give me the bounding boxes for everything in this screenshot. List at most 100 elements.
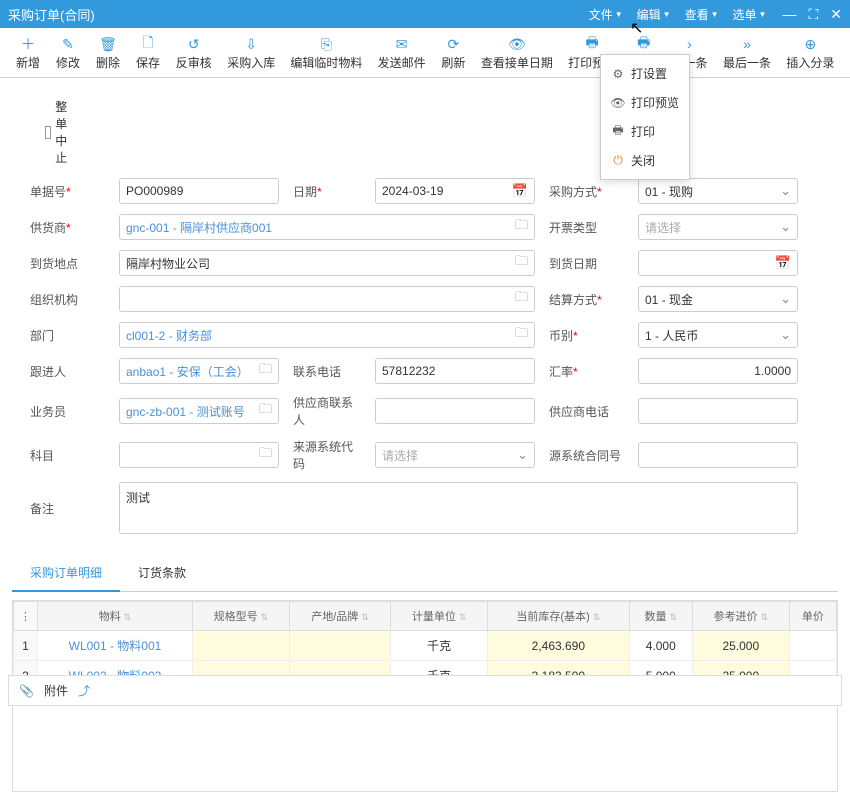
checkbox-icon[interactable] (45, 126, 51, 139)
upload-icon[interactable]: ⤴ (78, 682, 90, 699)
maximize-icon[interactable]: ⛶ (808, 6, 818, 23)
power-icon: ⏻ (611, 154, 625, 168)
select-source-sys[interactable]: 请选择⌄ (375, 442, 535, 468)
col-unit[interactable]: 计量单位⇅ (391, 602, 488, 631)
input-source-contract[interactable] (638, 442, 798, 468)
close-icon[interactable]: ✕ (830, 6, 842, 23)
tab-terms[interactable]: 订货条款 (120, 554, 204, 591)
checkbox-abort[interactable]: 整单中止 (45, 98, 74, 166)
input-subject[interactable]: 🗀 (119, 442, 279, 468)
select-invoice-type[interactable]: 请选择⌄ (638, 214, 798, 240)
toolbar-instock[interactable]: ⇩采购入库 (220, 32, 283, 77)
titlebar: 采购订单(合同) 文件▼ 编辑▼ 查看▼ 选单▼ — ⛶ ✕ ↖ (0, 0, 850, 28)
chevron-down-icon[interactable]: ⌄ (780, 183, 791, 199)
col-settings[interactable]: ⋮ (14, 602, 38, 631)
minimize-icon[interactable]: — (782, 6, 796, 22)
col-price[interactable]: 参考进价⇅ (692, 602, 789, 631)
cell-unit-price[interactable] (789, 631, 836, 661)
folder-icon[interactable]: 🗀 (259, 444, 272, 466)
folder-icon[interactable]: 🗀 (259, 360, 272, 382)
label-order-no: 单据号 (30, 183, 105, 200)
label-remark: 备注 (30, 500, 105, 517)
download-icon: ⇩ (243, 36, 259, 52)
input-supplier-contact[interactable] (375, 398, 535, 424)
input-salesman[interactable]: gnc-zb-001 - 测试账号🗀 (119, 398, 279, 424)
toolbar-refresh[interactable]: ⟳刷新 (433, 32, 473, 77)
pencil-icon: ✎ (60, 36, 76, 52)
footer-attach-label[interactable]: 附件 (44, 682, 68, 699)
dropdown-print[interactable]: 🖶打印 (601, 117, 689, 146)
chevron-down-icon: ▼ (615, 10, 623, 19)
dropdown-print-settings[interactable]: ⚙打设置 (601, 59, 689, 88)
input-dept[interactable]: cl001-2 - 财务部🗀 (119, 322, 535, 348)
input-org[interactable]: 🗀 (119, 286, 535, 312)
folder-icon[interactable]: 🗀 (515, 288, 528, 310)
select-settle[interactable]: 01 - 现金⌄ (638, 286, 798, 312)
chevron-down-icon[interactable]: ⌄ (780, 219, 791, 235)
cell-brand[interactable] (289, 631, 390, 661)
chevron-down-icon[interactable]: ⌄ (517, 447, 528, 463)
toolbar-unapprove[interactable]: ↺反审核 (168, 32, 220, 77)
col-spec[interactable]: 规格型号⇅ (192, 602, 289, 631)
toolbar-new[interactable]: ＋新增 (8, 32, 48, 77)
select-purchase-method[interactable]: 01 - 现购⌄ (638, 178, 798, 204)
folder-icon[interactable]: 🗀 (515, 324, 528, 346)
menu-view[interactable]: 查看▼ (685, 2, 719, 27)
input-follower[interactable]: anbao1 - 安保（工会）🗀 (119, 358, 279, 384)
input-rate[interactable]: 1.0000 (638, 358, 798, 384)
label-source-sys: 来源系统代码 (293, 438, 361, 472)
select-currency[interactable]: 1 - 人民币⌄ (638, 322, 798, 348)
label-dept: 部门 (30, 327, 105, 344)
dropdown-close[interactable]: ⏻关闭 (601, 146, 689, 175)
folder-icon[interactable]: 🗀 (515, 216, 528, 238)
cell-price[interactable]: 25.000 (692, 631, 789, 661)
menu-select[interactable]: 选单▼ (733, 2, 767, 27)
sort-icon: ⇅ (361, 612, 369, 622)
toolbar-edit[interactable]: ✎修改 (48, 32, 88, 77)
chevron-down-icon[interactable]: ⌄ (780, 327, 791, 343)
label-org: 组织机构 (30, 291, 105, 308)
col-material[interactable]: 物料⇅ (38, 602, 193, 631)
col-stock[interactable]: 当前库存(基本)⇅ (488, 602, 630, 631)
input-phone[interactable]: 57812232 (375, 358, 535, 384)
col-brand[interactable]: 产地/品牌⇅ (289, 602, 390, 631)
table-row[interactable]: 1 WL001 - 物料001 千克 2,463.690 4.000 25.00… (14, 631, 837, 661)
toolbar-insert-entry[interactable]: ⊕插入分录 (779, 32, 842, 77)
cell-qty[interactable]: 4.000 (629, 631, 692, 661)
folder-icon[interactable]: 🗀 (259, 400, 272, 422)
input-delivery-addr[interactable]: 隔岸村物业公司🗀 (119, 250, 535, 276)
toolbar-delete[interactable]: 🗑删除 (88, 32, 128, 77)
menu-file[interactable]: 文件▼ (589, 2, 623, 27)
calendar-icon[interactable]: 📅 (775, 255, 791, 271)
input-supplier-phone[interactable] (638, 398, 798, 424)
input-order-no[interactable]: PO000989 (119, 178, 279, 204)
calendar-icon[interactable]: 📅 (512, 183, 528, 199)
chevron-down-icon[interactable]: ⌄ (780, 291, 791, 307)
toolbar-send-mail[interactable]: ✉发送邮件 (370, 32, 433, 77)
folder-icon[interactable]: 🗀 (515, 252, 528, 274)
menu-edit[interactable]: 编辑▼ (637, 2, 671, 27)
input-delivery-date[interactable]: 📅 (638, 250, 798, 276)
cell-unit[interactable]: 千克 (391, 631, 488, 661)
label-salesman: 业务员 (30, 403, 105, 420)
textarea-remark[interactable]: 测试 (119, 482, 798, 534)
toolbar-last[interactable]: »最后一条 (715, 32, 778, 77)
plus-circle-icon: ⊕ (802, 36, 818, 52)
chevron-down-icon: ▼ (759, 10, 767, 19)
toolbar-save[interactable]: 🗋保存 (128, 32, 168, 77)
toolbar-temp-material[interactable]: ⎘编辑临时物料 (283, 32, 370, 77)
cell-spec[interactable] (192, 631, 289, 661)
label-delivery-addr: 到货地点 (30, 255, 105, 272)
toolbar-view-date[interactable]: 👁查看接单日期 (473, 32, 560, 77)
input-date[interactable]: 2024-03-19📅 (375, 178, 535, 204)
col-qty[interactable]: 数量⇅ (629, 602, 692, 631)
sort-icon: ⇅ (124, 612, 132, 622)
box-icon: ⎘ (318, 36, 334, 52)
col-unit-price[interactable]: 单价 (789, 602, 836, 631)
input-supplier[interactable]: gnc-001 - 隔岸村供应商001🗀 (119, 214, 535, 240)
tab-detail[interactable]: 采购订单明细 (12, 554, 120, 591)
label-source-contract: 源系统合同号 (549, 447, 624, 464)
cell-stock[interactable]: 2,463.690 (488, 631, 630, 661)
cell-material[interactable]: WL001 - 物料001 (38, 631, 193, 661)
dropdown-print-preview[interactable]: 👁打印预览 (601, 88, 689, 117)
